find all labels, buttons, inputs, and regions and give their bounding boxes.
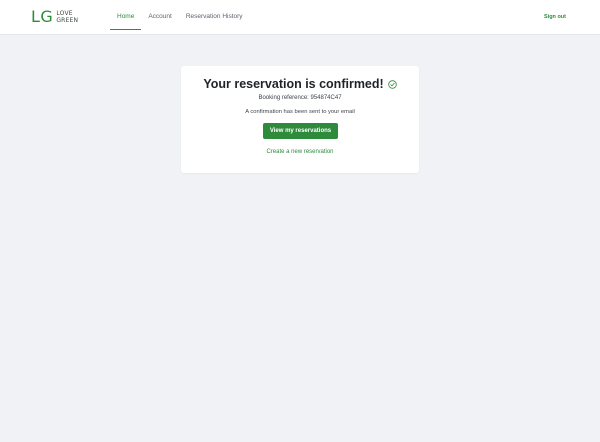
brand-logo[interactable]: LG LOVE GREEN [31,8,78,26]
email-confirmation-note: A confirmation has been sent to your ema… [245,109,355,115]
booking-reference: Booking reference: 954874C47 [258,95,342,101]
top-header: LG LOVE GREEN Home Account Reservation H… [0,0,600,35]
sign-out-link[interactable]: Sign out [544,14,566,20]
check-circle-icon [387,79,397,89]
view-reservations-button[interactable]: View my reservations [263,123,338,139]
confirmation-card: Your reservation is confirmed! Booking r… [181,66,419,173]
logo-line-1: LOVE [56,9,73,17]
logo-line-2: GREEN [56,17,79,24]
nav-tab-reservation-history[interactable]: Reservation History [179,3,250,30]
logo-mark: LG [31,7,54,26]
logo-wordmark: LOVE GREEN [56,10,78,25]
nav-tab-account[interactable]: Account [141,3,179,30]
confirmation-title: Your reservation is confirmed! [203,77,384,91]
main-nav: Home Account Reservation History [110,0,250,35]
confirmation-title-row: Your reservation is confirmed! [181,77,419,91]
create-reservation-link[interactable]: Create a new reservation [181,149,419,155]
nav-tab-home[interactable]: Home [110,3,142,30]
